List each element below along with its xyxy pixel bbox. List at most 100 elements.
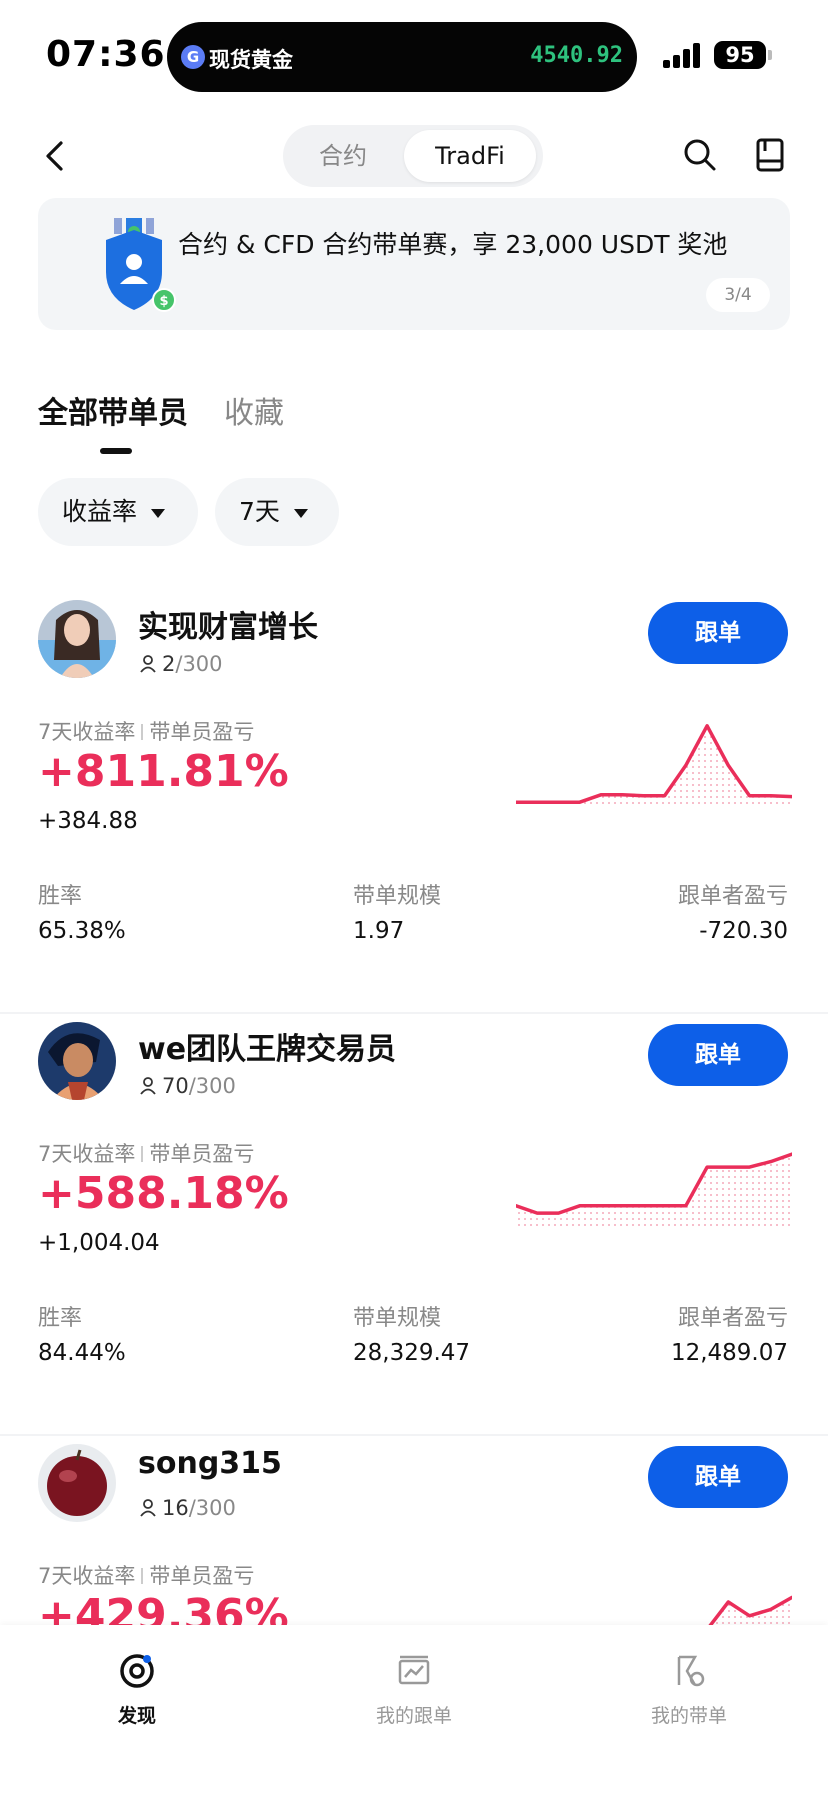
aum-label: 带单规模 [353, 884, 442, 909]
roi-label-row: 7天收益率 带单员盈亏 [38, 1138, 254, 1168]
tab-favorites[interactable]: 收藏 [224, 388, 284, 432]
period-filter-dropdown[interactable]: 7天 [215, 478, 339, 546]
battery-tip [768, 50, 772, 60]
signal-icon [663, 42, 705, 68]
ticker-price: 4540.92 [530, 43, 623, 68]
sparkline-chart [516, 724, 792, 804]
sort-filter-dropdown[interactable]: 收益率 [38, 478, 198, 546]
aum-value: 28,329.47 [353, 1340, 471, 1366]
nav-discover[interactable]: 发现 [62, 1651, 212, 1728]
banner-page-indicator: 3/4 [706, 278, 770, 312]
sparkline-line [516, 724, 792, 804]
top-header: 合约 TradFi [0, 115, 828, 195]
follower-capacity: /300 [188, 1074, 236, 1098]
avatar[interactable] [38, 600, 116, 678]
follower-count: 70/300 [138, 1074, 236, 1098]
trader-name[interactable]: we团队王牌交易员 [138, 1024, 396, 1068]
gold-ticker-icon: G [181, 45, 205, 69]
tab-all-traders[interactable]: 全部带单员 [38, 388, 188, 432]
follower-current: 70 [162, 1074, 189, 1098]
follow-button[interactable]: 跟单 [648, 1446, 788, 1508]
aum-label: 带单规模 [353, 1306, 442, 1331]
discover-icon [120, 1654, 154, 1688]
follower-pnl-stat: 跟单者盈亏 12,489.07 [671, 1300, 788, 1366]
book-icon[interactable] [750, 135, 790, 175]
bottom-nav: 发现 我的跟单 我的带单 [0, 1625, 828, 1795]
roi-label: 7天收益率 [38, 1142, 136, 1166]
follower-pnl-value: 12,489.07 [670, 1340, 788, 1366]
divider [0, 1012, 828, 1014]
win-rate-stat: 胜率 84.44% [38, 1300, 126, 1366]
tab-indicator [100, 448, 132, 454]
ticker-label: 现货黄金 [209, 48, 293, 72]
win-rate-stat: 胜率 65.38% [38, 878, 126, 944]
sparkline-chart [516, 1152, 792, 1226]
pnl-label: 带单员盈亏 [149, 1564, 255, 1588]
roi-label: 7天收益率 [38, 720, 136, 744]
sparkline-area [516, 1154, 792, 1226]
person-icon [140, 1077, 156, 1095]
roi-label-row: 7天收益率 带单员盈亏 [38, 1560, 254, 1590]
battery-icon: 95 [714, 41, 766, 69]
win-rate-label: 胜率 [38, 1306, 83, 1331]
nav-my-lead-label: 我的带单 [650, 1705, 727, 1727]
follower-current: 2 [162, 652, 176, 676]
period-filter-label: 7天 [239, 497, 280, 526]
follower-capacity: /300 [175, 652, 223, 676]
follower-count: 2/300 [138, 652, 223, 676]
avatar[interactable] [38, 1444, 116, 1522]
segment-tradfi[interactable]: TradFi [404, 130, 536, 182]
roi-label: 7天收益率 [38, 1564, 136, 1588]
follower-pnl-stat: 跟单者盈亏 -720.30 [678, 878, 788, 944]
segment-control: 合约 TradFi [283, 125, 543, 187]
dynamic-island-ticker[interactable]: G 现货黄金 4540.92 [167, 22, 637, 92]
roi-label-row: 7天收益率 带单员盈亏 [38, 716, 254, 746]
nav-my-copy-label: 我的跟单 [375, 1705, 452, 1727]
sort-filter-label: 收益率 [62, 497, 138, 526]
trader-name[interactable]: song315 [138, 1446, 282, 1481]
avatar[interactable] [38, 1022, 116, 1100]
aum-stat: 带单规模 1.97 [353, 878, 441, 944]
follower-capacity: /300 [188, 1496, 236, 1520]
follower-current: 16 [162, 1496, 189, 1520]
status-bar: 07:36 G 现货黄金 4540.92 95 [0, 0, 828, 110]
back-icon[interactable] [36, 135, 76, 175]
flag-trophy-icon [677, 1655, 705, 1687]
nav-my-lead[interactable]: 我的带单 [614, 1651, 764, 1728]
nav-my-copy[interactable]: 我的跟单 [339, 1651, 489, 1728]
win-rate-value: 65.38% [38, 918, 126, 944]
search-icon[interactable] [680, 135, 720, 175]
person-icon [140, 1499, 156, 1517]
trader-name[interactable]: 实现财富增长 [138, 602, 318, 646]
aum-value: 1.97 [353, 918, 405, 944]
svg-text:$: $ [159, 294, 168, 309]
win-rate-value: 84.44% [38, 1340, 126, 1366]
follow-button[interactable]: 跟单 [648, 1024, 788, 1086]
person-icon [140, 655, 156, 673]
sparkline-area [516, 725, 792, 804]
pnl-value: +1,004.04 [38, 1230, 160, 1256]
pnl-value: +384.88 [38, 808, 138, 834]
divider [0, 1434, 828, 1436]
pnl-label: 带单员盈亏 [149, 720, 255, 744]
trader-card[interactable]: we团队王牌交易员 70/300 跟单 7天收益率 带单员盈亏 +588.18% … [0, 1016, 828, 1436]
follower-count: 16/300 [138, 1496, 236, 1520]
follow-button[interactable]: 跟单 [648, 602, 788, 664]
shield-badge-icon: $ [82, 218, 192, 318]
caret-down-icon [151, 508, 166, 518]
pnl-label: 带单员盈亏 [149, 1142, 255, 1166]
aum-stat: 带单规模 28,329.47 [353, 1300, 470, 1366]
trader-card[interactable]: 实现财富增长 2/300 跟单 7天收益率 带单员盈亏 +811.81% +384… [0, 594, 828, 1014]
status-time: 07:36 [46, 34, 166, 75]
caret-down-icon [293, 508, 308, 518]
follower-pnl-value: -720.30 [699, 918, 788, 944]
segment-contract[interactable]: 合约 [289, 130, 397, 182]
chart-board-icon [398, 1655, 430, 1685]
roi-value: +811.81% [38, 746, 289, 797]
banner-text: 合约 & CFD 合约带单赛，享 23,000 USDT 奖池 [178, 230, 728, 259]
promo-banner[interactable]: $ 合约 & CFD 合约带单赛，享 23,000 USDT 奖池 3/4 [38, 198, 790, 330]
follower-pnl-label: 跟单者盈亏 [677, 1306, 788, 1331]
win-rate-label: 胜率 [38, 884, 83, 909]
roi-value: +588.18% [38, 1168, 289, 1219]
follower-pnl-label: 跟单者盈亏 [677, 884, 788, 909]
